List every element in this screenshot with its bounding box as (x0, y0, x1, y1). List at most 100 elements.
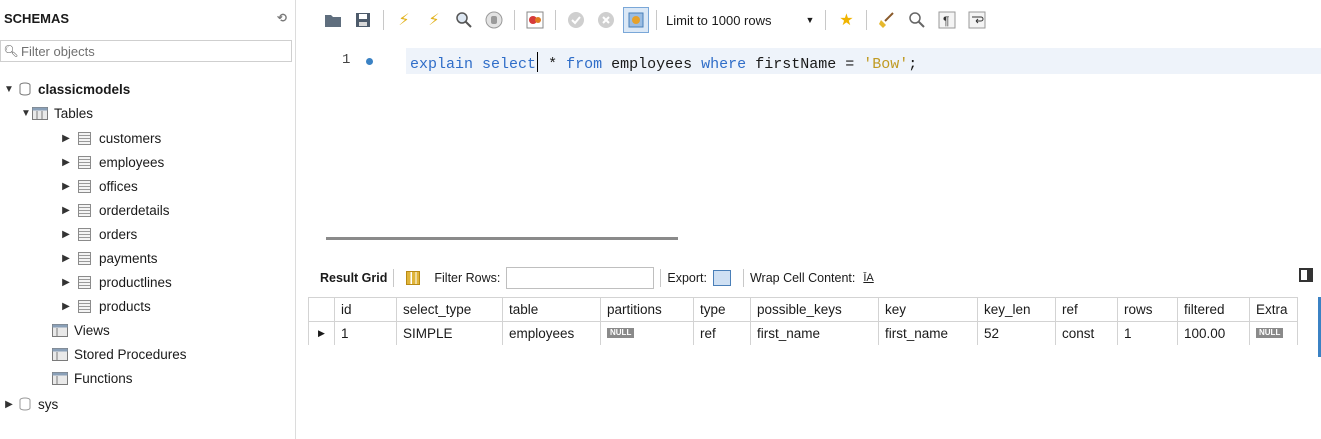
collapsed-triangle-icon[interactable]: ▶ (60, 277, 72, 288)
beautify-broom-icon[interactable] (874, 7, 900, 33)
functions-folder[interactable]: Functions (52, 367, 133, 389)
schema-sys[interactable]: ▶ sys (3, 393, 58, 415)
toolbar-separator (555, 10, 556, 30)
null-badge: NULL (607, 328, 635, 338)
table-item-productlines[interactable]: ▶ productlines (60, 271, 172, 293)
export-label: Export: (667, 271, 707, 285)
tables-folder-icon (32, 106, 48, 120)
grid-view-icon[interactable] (406, 271, 421, 285)
toggle-side-panel-icon[interactable] (1299, 268, 1313, 282)
table-cell[interactable]: first_name (750, 321, 879, 345)
text-cursor (537, 52, 539, 72)
table-icon (78, 155, 91, 169)
schema-navigator: SCHEMAS ⟲ 🔍︎ ▼ classicmodels ▼ Tables ▶ … (0, 0, 296, 439)
table-cell-null[interactable]: NULL (1249, 321, 1298, 345)
toolbar-separator (514, 10, 515, 30)
limit-rows-dropdown[interactable]: Limit to 1000 rows ▼ (666, 13, 814, 28)
collapsed-triangle-icon[interactable]: ▶ (3, 399, 15, 410)
rollback-icon[interactable] (593, 7, 619, 33)
table-name: offices (99, 178, 138, 194)
filter-objects-input[interactable] (21, 43, 281, 59)
filter-objects-field[interactable]: 🔍︎ (0, 40, 292, 62)
word-wrap-icon[interactable] (964, 7, 990, 33)
export-icon[interactable] (712, 270, 731, 286)
views-folder[interactable]: Views (52, 319, 110, 341)
collapsed-triangle-icon[interactable]: ▶ (60, 229, 72, 240)
refresh-icon[interactable]: ⟲ (277, 11, 287, 25)
execute-current-statement-icon[interactable]: ⚡ (421, 7, 447, 33)
expanded-triangle-icon[interactable]: ▼ (3, 84, 15, 95)
schema-classicmodels[interactable]: ▼ classicmodels (3, 78, 130, 100)
keyword-token: select (482, 56, 537, 73)
table-cell[interactable]: ref (693, 321, 751, 345)
row-header-corner (308, 297, 335, 322)
table-name: orderdetails (99, 202, 170, 218)
current-row-pointer-icon[interactable]: ▶ (308, 321, 335, 345)
column-header[interactable]: ref (1055, 297, 1118, 322)
column-header[interactable]: table (502, 297, 601, 322)
collapsed-triangle-icon[interactable]: ▶ (60, 133, 72, 144)
explain-magnifier-icon[interactable] (451, 7, 477, 33)
table-item-products[interactable]: ▶ products (60, 295, 151, 317)
expanded-triangle-icon[interactable]: ▼ (20, 108, 32, 119)
tables-folder[interactable]: ▼ Tables (20, 102, 93, 124)
table-icon (78, 275, 91, 289)
stored-procedures-folder[interactable]: Stored Procedures (52, 343, 187, 365)
toolbar-separator (825, 10, 827, 30)
collapsed-triangle-icon[interactable]: ▶ (60, 157, 72, 168)
table-cell[interactable]: SIMPLE (396, 321, 503, 345)
sql-editor[interactable]: 1 explain select * from employees where … (300, 40, 1321, 230)
table-item-orderdetails[interactable]: ▶ orderdetails (60, 199, 170, 221)
statement-marker-icon (366, 58, 373, 65)
auto-commit-toggle-icon[interactable] (623, 7, 649, 33)
result-grid-tab[interactable]: Result Grid (320, 271, 387, 285)
table-cell[interactable]: 1 (1117, 321, 1178, 345)
editor-horizontal-scrollbar[interactable] (326, 237, 678, 240)
wrap-cell-content-icon[interactable]: ĪA (863, 272, 873, 284)
toggle-stop-on-error-icon[interactable] (522, 7, 548, 33)
collapsed-triangle-icon[interactable]: ▶ (60, 181, 72, 192)
collapsed-triangle-icon[interactable]: ▶ (60, 253, 72, 264)
wrap-cell-content-label: Wrap Cell Content: (749, 271, 856, 285)
table-item-payments[interactable]: ▶ payments (60, 247, 157, 269)
table-row[interactable]: ▶ 1 SIMPLE employees NULL ref first_name… (308, 321, 1298, 345)
table-item-orders[interactable]: ▶ orders (60, 223, 137, 245)
null-badge: NULL (1256, 328, 1284, 338)
table-icon (78, 203, 91, 217)
table-cell[interactable]: 52 (977, 321, 1056, 345)
database-icon (19, 82, 31, 96)
table-item-offices[interactable]: ▶ offices (60, 175, 138, 197)
table-cell-null[interactable]: NULL (600, 321, 694, 345)
toolbar-separator (656, 10, 657, 30)
table-cell[interactable]: 1 (334, 321, 397, 345)
table-cell[interactable]: const (1055, 321, 1118, 345)
column-header[interactable]: possible_keys (750, 297, 879, 322)
column-header[interactable]: id (334, 297, 397, 322)
editor-gutter: 1 (300, 40, 406, 230)
execute-lightning-icon[interactable]: ⚡ (391, 7, 417, 33)
table-item-customers[interactable]: ▶ customers (60, 127, 161, 149)
table-item-employees[interactable]: ▶ employees (60, 151, 164, 173)
column-header[interactable]: filtered (1177, 297, 1250, 322)
collapsed-triangle-icon[interactable]: ▶ (60, 301, 72, 312)
open-folder-icon[interactable] (320, 7, 346, 33)
table-cell[interactable]: employees (502, 321, 601, 345)
stop-icon[interactable] (481, 7, 507, 33)
filter-rows-input[interactable] (506, 267, 655, 289)
table-cell[interactable]: 100.00 (1177, 321, 1250, 345)
column-header[interactable]: type (693, 297, 751, 322)
column-header[interactable]: partitions (600, 297, 694, 322)
add-snippet-star-icon[interactable]: ★ (833, 7, 859, 33)
column-header[interactable]: key (878, 297, 978, 322)
invisible-characters-icon[interactable]: ¶ (934, 7, 960, 33)
column-header[interactable]: key_len (977, 297, 1056, 322)
save-icon[interactable] (350, 7, 376, 33)
find-replace-icon[interactable] (904, 7, 930, 33)
collapsed-triangle-icon[interactable]: ▶ (60, 205, 72, 216)
commit-icon[interactable] (563, 7, 589, 33)
column-header[interactable]: rows (1117, 297, 1178, 322)
column-header[interactable]: select_type (396, 297, 503, 322)
sql-statement[interactable]: explain select * from employees where fi… (410, 52, 917, 73)
column-header[interactable]: Extra (1249, 297, 1298, 322)
table-cell[interactable]: first_name (878, 321, 978, 345)
